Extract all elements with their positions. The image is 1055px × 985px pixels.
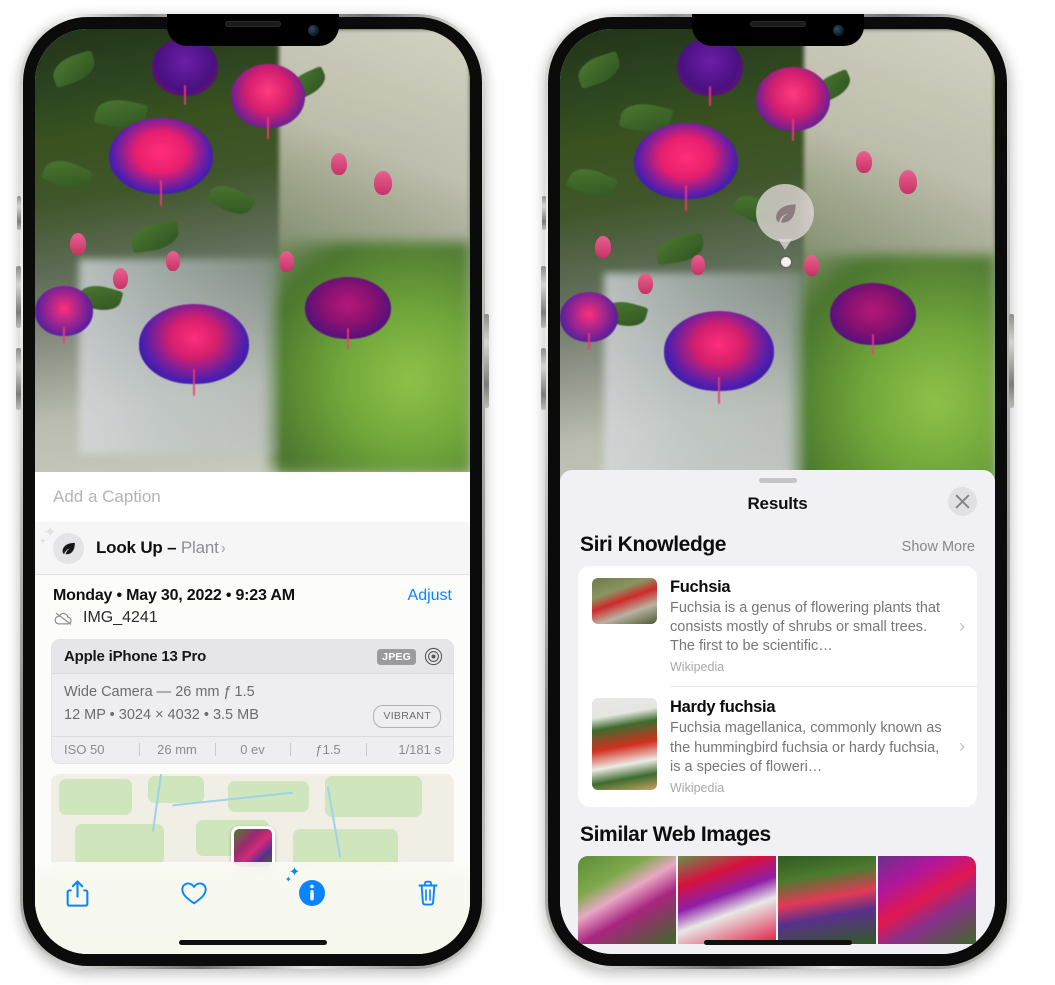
front-camera [307, 25, 319, 36]
volume-down-button[interactable] [16, 348, 21, 410]
exif-stat-shutter: 1/181 s [398, 741, 441, 757]
image-size-info: 12 MP • 3024 × 4032 • 3.5 MB [64, 707, 259, 724]
volume-down-button[interactable] [541, 348, 546, 410]
trash-icon[interactable] [416, 870, 440, 916]
file-name: IMG_4241 [83, 609, 158, 626]
home-indicator[interactable] [178, 940, 327, 945]
result-description: Fuchsia is a genus of flowering plants t… [670, 600, 941, 655]
aperture-icon [424, 647, 443, 666]
screenshot-stage: Add a Caption ✦ ✦ Look Up – Plant › Mond… [0, 0, 1055, 985]
lens-info: Wide Camera — 26 mm ƒ 1.5 [64, 684, 255, 700]
caption-placeholder: Add a Caption [53, 487, 161, 506]
result-thumbnail [592, 698, 657, 791]
results-header: Results [560, 483, 995, 525]
format-badge: JPEG [377, 648, 416, 665]
siri-knowledge-header: Siri Knowledge Show More [560, 525, 995, 566]
camera-device: Apple iPhone 13 Pro [64, 648, 207, 665]
exif-stat-ev: 0 ev [240, 741, 265, 757]
chevron-right-icon: › [959, 615, 965, 636]
similar-web-images-header: Similar Web Images [560, 807, 995, 854]
exif-body: Wide Camera — 26 mm ƒ 1.5 12 MP • 3024 ×… [52, 674, 453, 736]
result-description: Fuchsia magellanica, commonly known as t… [670, 720, 942, 775]
page-title: Results [747, 494, 808, 513]
silence-switch[interactable] [17, 196, 21, 230]
exif-stat-aperture: ƒ1.5 [315, 741, 341, 757]
photo-toolbar: ✦ ✦ [35, 862, 470, 954]
right-iphone: Results Siri Knowledge Show More Fuchsia… [541, 14, 1014, 969]
section-title: Siri Knowledge [580, 533, 727, 556]
earpiece-speaker [224, 21, 281, 27]
look-up-label: Look Up – Plant › [96, 538, 226, 558]
photo-viewer[interactable] [560, 29, 995, 499]
heart-icon[interactable] [180, 870, 208, 916]
exif-stat-focal: 26 mm [157, 741, 197, 757]
power-button[interactable] [484, 314, 489, 408]
chevron-right-icon: › [220, 540, 226, 557]
photo-info-panel: Add a Caption ✦ ✦ Look Up – Plant › Mond… [35, 472, 470, 954]
leaf-icon: ✦ ✦ [39, 525, 84, 564]
power-button[interactable] [1009, 314, 1014, 408]
file-row: IMG_4241 [35, 607, 470, 637]
date-row: Monday • May 30, 2022 • 9:23 AM Adjust [35, 575, 470, 607]
section-title: Similar Web Images [580, 822, 771, 846]
fuchsia-photo [35, 29, 470, 472]
web-image-thumbnail[interactable] [678, 855, 776, 944]
result-source: Wikipedia [670, 780, 725, 795]
siri-knowledge-cards: Fuchsia Fuchsia is a genus of flowering … [578, 566, 977, 807]
notch [691, 14, 864, 46]
web-image-thumbnail[interactable] [578, 855, 676, 944]
notch [166, 14, 339, 46]
sparkle-small-icon: ✦ [39, 535, 47, 546]
left-iphone: Add a Caption ✦ ✦ Look Up – Plant › Mond… [16, 14, 489, 969]
result-title: Hardy fuchsia [670, 698, 776, 717]
chevron-right-icon: › [959, 736, 965, 757]
right-screen: Results Siri Knowledge Show More Fuchsia… [560, 29, 995, 954]
web-image-thumbnail[interactable] [878, 855, 976, 944]
cloud-slash-icon [54, 612, 72, 625]
similar-web-images-row[interactable] [560, 855, 995, 944]
close-icon[interactable] [948, 487, 977, 516]
volume-up-button[interactable] [16, 266, 21, 328]
result-source: Wikipedia [670, 660, 725, 675]
look-up-prefix: Look Up – [96, 538, 181, 557]
look-up-subject: Plant [180, 538, 219, 557]
visual-look-up-badge[interactable] [756, 184, 814, 250]
sparkle-small-icon: ✦ [285, 875, 292, 884]
badge-tail [778, 239, 792, 250]
exif-card[interactable]: Apple iPhone 13 Pro JPEG Wide Camera — 2… [51, 639, 454, 764]
volume-up-button[interactable] [541, 266, 546, 328]
leaf-icon [775, 204, 796, 223]
web-image-thumbnail[interactable] [778, 855, 876, 944]
result-title: Fuchsia [670, 578, 731, 596]
subject-indicator-dot [781, 257, 791, 267]
earpiece-speaker [749, 21, 806, 27]
info-sparkle-icon[interactable]: ✦ ✦ [285, 865, 326, 916]
photo-viewer[interactable] [35, 29, 470, 472]
result-thumbnail [592, 578, 657, 624]
share-icon[interactable] [65, 870, 90, 916]
exif-stat-iso: ISO 50 [64, 741, 105, 757]
photo-date: Monday • May 30, 2022 • 9:23 AM [53, 587, 295, 604]
photographic-style-badge: VIBRANT [373, 704, 441, 728]
list-item[interactable]: Hardy fuchsia Fuchsia magellanica, commo… [578, 686, 977, 806]
exif-header: Apple iPhone 13 Pro JPEG [52, 640, 453, 674]
look-up-row[interactable]: ✦ ✦ Look Up – Plant › [35, 522, 470, 575]
show-more-button[interactable]: Show More [902, 539, 975, 555]
list-item[interactable]: Fuchsia Fuchsia is a genus of flowering … [578, 566, 977, 686]
results-sheet: Results Siri Knowledge Show More Fuchsia… [560, 470, 995, 954]
fuchsia-photo [560, 29, 995, 499]
adjust-button[interactable]: Adjust [408, 587, 452, 605]
home-indicator[interactable] [703, 940, 852, 945]
left-screen: Add a Caption ✦ ✦ Look Up – Plant › Mond… [35, 29, 470, 954]
silence-switch[interactable] [542, 196, 546, 230]
exif-stats: ISO 50 26 mm 0 ev ƒ1.5 1/181 s [52, 735, 453, 763]
caption-input[interactable]: Add a Caption [35, 472, 470, 522]
front-camera [832, 25, 844, 36]
